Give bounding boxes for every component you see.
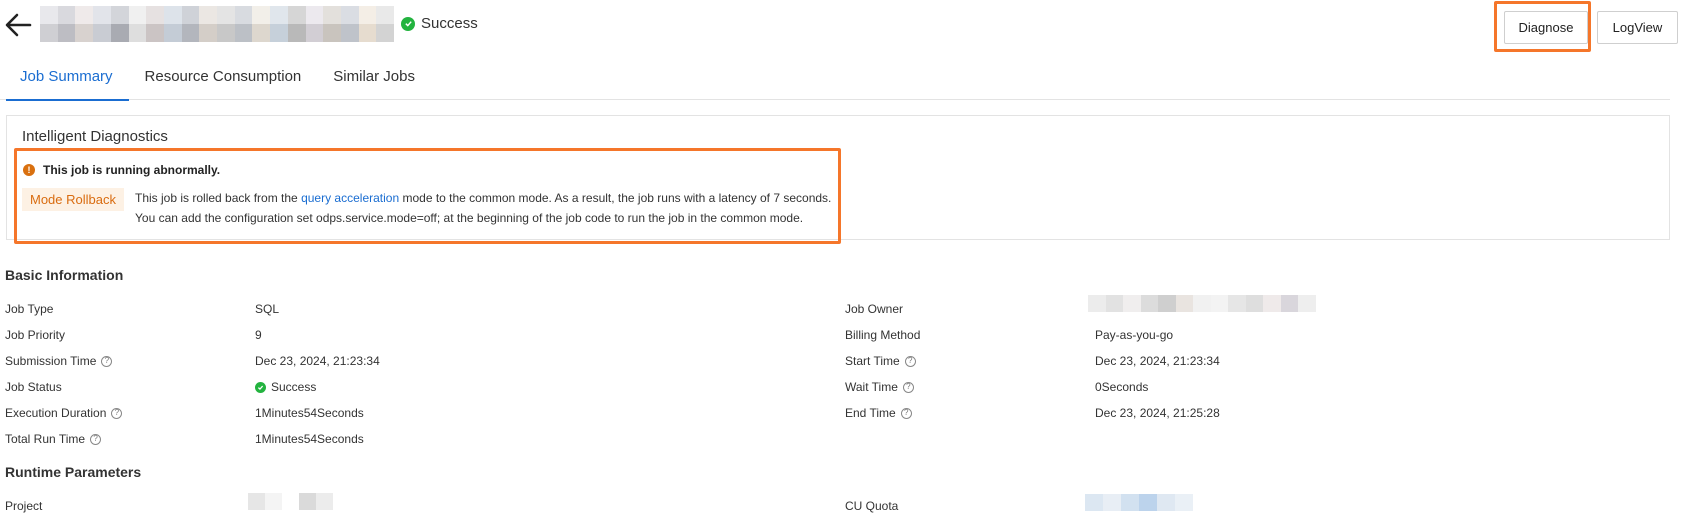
label-text: Wait Time bbox=[845, 380, 898, 394]
question-circle-icon[interactable]: ? bbox=[101, 355, 113, 367]
detail-text: This job is rolled back from the bbox=[135, 191, 302, 205]
project-redacted bbox=[248, 493, 333, 510]
label-execution-duration: Execution Duration? bbox=[5, 406, 123, 420]
value-execution-duration: 1Minutes54Seconds bbox=[255, 406, 364, 420]
label-text: Job Type bbox=[5, 302, 54, 316]
label-billing-method: Billing Method bbox=[845, 328, 920, 342]
value-submission-time: Dec 23, 2024, 21:23:34 bbox=[255, 354, 380, 368]
label-text: Submission Time bbox=[5, 354, 97, 368]
warning-text: This job is running abnormally. bbox=[43, 163, 221, 177]
cu-quota-redacted bbox=[1085, 494, 1193, 511]
question-circle-icon[interactable]: ? bbox=[904, 355, 916, 367]
tab-similar-jobs[interactable]: Similar Jobs bbox=[317, 60, 431, 100]
label-total-run-time: Total Run Time? bbox=[5, 432, 102, 446]
label-text: Execution Duration bbox=[5, 406, 107, 420]
diagnostics-title: Intelligent Diagnostics bbox=[22, 128, 168, 145]
label-submission-time: Submission Time? bbox=[5, 354, 113, 368]
label-cu-quota: CU Quota bbox=[845, 499, 898, 513]
label-job-priority: Job Priority bbox=[5, 328, 65, 342]
value-end-time: Dec 23, 2024, 21:25:28 bbox=[1095, 406, 1220, 420]
value-job-priority: 9 bbox=[255, 328, 262, 342]
question-circle-icon[interactable]: ? bbox=[900, 407, 912, 419]
label-wait-time: Wait Time? bbox=[845, 380, 914, 394]
diagnose-button[interactable]: Diagnose bbox=[1504, 11, 1588, 44]
label-job-status: Job Status bbox=[5, 380, 62, 394]
question-circle-icon[interactable]: ? bbox=[90, 433, 102, 445]
value-total-run-time: 1Minutes54Seconds bbox=[255, 432, 364, 446]
back-arrow-icon[interactable] bbox=[4, 12, 32, 38]
tab-job-summary[interactable]: Job Summary bbox=[0, 60, 129, 101]
question-circle-icon[interactable]: ? bbox=[111, 407, 123, 419]
label-text: Billing Method bbox=[845, 328, 921, 342]
job-status-text: Success bbox=[421, 15, 478, 32]
check-circle-icon bbox=[255, 381, 266, 393]
label-text: Project bbox=[5, 499, 43, 513]
label-text: Job Status bbox=[5, 380, 62, 394]
diagnostics-warning: ! This job is running abnormally. bbox=[23, 163, 220, 177]
tab-resource-consumption[interactable]: Resource Consumption bbox=[129, 60, 318, 100]
label-end-time: End Time? bbox=[845, 406, 912, 420]
label-text: End Time bbox=[845, 406, 896, 420]
job-name-redacted bbox=[40, 6, 394, 42]
logview-button[interactable]: LogView bbox=[1597, 11, 1678, 44]
label-job-type: Job Type bbox=[5, 302, 53, 316]
value-job-status: Success bbox=[255, 380, 316, 394]
value-job-type: SQL bbox=[255, 302, 280, 316]
diagnostics-detail-line-1: This job is rolled back from the query a… bbox=[135, 191, 831, 205]
detail-text: mode to the common mode. As a result, th… bbox=[399, 191, 832, 205]
label-text: Job Priority bbox=[5, 328, 66, 342]
value-wait-time: 0Seconds bbox=[1095, 380, 1149, 394]
exclamation-circle-icon: ! bbox=[23, 164, 35, 176]
label-start-time: Start Time? bbox=[845, 354, 916, 368]
mode-rollback-tag: Mode Rollback bbox=[22, 188, 124, 211]
value-start-time: Dec 23, 2024, 21:23:34 bbox=[1095, 354, 1220, 368]
diagnostics-detail-line-2: You can add the configuration set odps.s… bbox=[135, 211, 804, 225]
query-acceleration-link[interactable]: query acceleration bbox=[301, 191, 399, 205]
runtime-params-title: Runtime Parameters bbox=[5, 464, 142, 480]
job-owner-redacted bbox=[1088, 295, 1316, 312]
basic-info-title: Basic Information bbox=[5, 267, 124, 283]
label-job-owner: Job Owner bbox=[845, 302, 903, 316]
question-circle-icon[interactable]: ? bbox=[902, 381, 914, 393]
label-text: Start Time bbox=[845, 354, 900, 368]
status-text: Success bbox=[271, 380, 317, 394]
label-text: CU Quota bbox=[845, 499, 899, 513]
label-text: Total Run Time bbox=[5, 432, 86, 446]
job-status-header: Success bbox=[401, 15, 478, 32]
label-text: Job Owner bbox=[845, 302, 904, 316]
label-project: Project bbox=[5, 499, 42, 513]
value-billing-method: Pay-as-you-go bbox=[1095, 328, 1174, 342]
tab-bar: Job Summary Resource Consumption Similar… bbox=[0, 60, 1670, 101]
check-circle-icon bbox=[401, 16, 415, 31]
